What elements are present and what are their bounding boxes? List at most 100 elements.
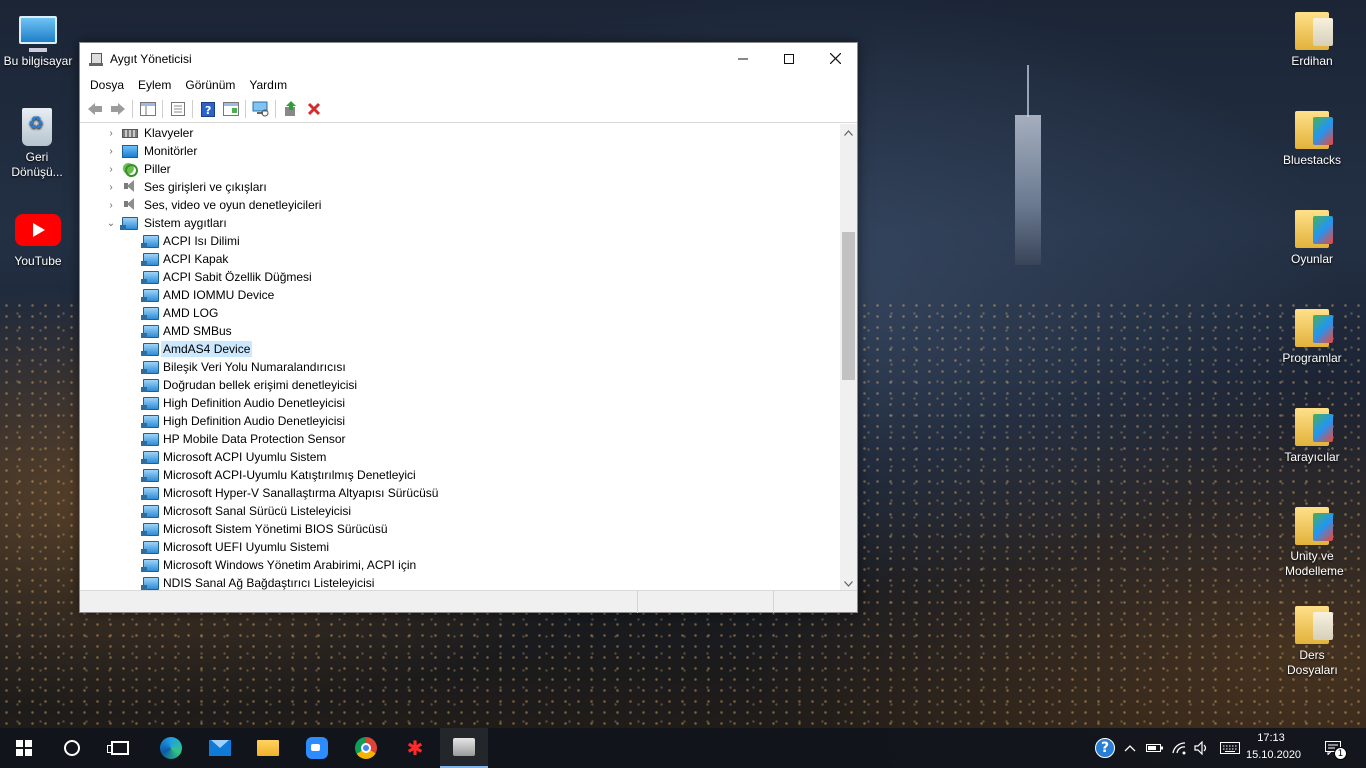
tree-category-monitorler[interactable]: › Monitörler [80, 142, 840, 160]
close-icon [829, 53, 841, 64]
system-device-icon [141, 505, 159, 518]
tree-category-ses-video[interactable]: › Ses, video ve oyun denetleyicileri [80, 196, 840, 214]
taskbar-clock[interactable]: 17:13 15.10.2020 [1246, 730, 1301, 766]
taskbar-zoom[interactable] [293, 728, 341, 768]
tree-device-label: AMD LOG [163, 306, 219, 320]
desktop-icon-oyunlar[interactable]: Oyunlar [1274, 210, 1350, 267]
scroll-up-button[interactable] [840, 124, 857, 141]
desktop-icon-tarayicilar[interactable]: Tarayıcılar [1274, 408, 1350, 465]
tree-device-item[interactable]: Microsoft ACPI-Uyumlu Katıştırılmış Dene… [80, 466, 840, 484]
menu-bar: Dosya Eylem Görünüm Yardım [80, 74, 857, 96]
system-device-icon [141, 415, 159, 428]
tree-device-item[interactable]: Microsoft Sanal Sürücü Listeleyicisi [80, 502, 840, 520]
tree-device-item[interactable]: AMD SMBus [80, 322, 840, 340]
tray-show-hidden[interactable] [1120, 728, 1140, 768]
desktop-icon-this-pc[interactable]: Bu bilgisayar [0, 10, 76, 69]
tree-device-item[interactable]: Microsoft ACPI Uyumlu Sistem [80, 448, 840, 466]
maximize-button[interactable] [766, 43, 812, 74]
tree-device-item[interactable]: Bileşik Veri Yolu Numaralandırıcısı [80, 358, 840, 376]
system-device-icon [141, 379, 159, 392]
chevron-right-icon[interactable]: › [106, 160, 116, 178]
toolbar-separator [192, 100, 193, 118]
chevron-right-icon[interactable]: › [106, 178, 116, 196]
vertical-scrollbar[interactable] [840, 124, 857, 592]
update-driver-button[interactable] [279, 98, 302, 120]
chevron-right-icon[interactable]: › [106, 142, 116, 160]
tree-device-item[interactable]: AmdAS4 Device [80, 340, 840, 358]
details-button[interactable] [219, 98, 242, 120]
properties-button[interactable] [166, 98, 189, 120]
tree-category-klavyeler[interactable]: › Klavyeler [80, 124, 840, 142]
keyboard-icon [122, 129, 138, 138]
monitor-icon [122, 145, 138, 158]
tree-device-item[interactable]: ACPI Isı Dilimi [80, 232, 840, 250]
tree-device-item[interactable]: Microsoft Windows Yönetim Arabirimi, ACP… [80, 556, 840, 574]
start-button[interactable] [0, 728, 48, 768]
system-device-icon [141, 235, 159, 248]
show-hide-console-tree-button[interactable] [136, 98, 159, 120]
forward-button[interactable] [106, 98, 129, 120]
system-devices-icon [120, 217, 138, 230]
start-icon [16, 740, 32, 756]
tree-category-ses-girisleri[interactable]: › Ses girişleri ve çıkışları [80, 178, 840, 196]
search-button[interactable] [48, 728, 96, 768]
tree-device-item[interactable]: Microsoft Hyper-V Sanallaştırma Altyapıs… [80, 484, 840, 502]
taskbar-mail[interactable] [196, 728, 244, 768]
back-button[interactable] [83, 98, 106, 120]
tree-device-item[interactable]: High Definition Audio Denetleyicisi [80, 412, 840, 430]
tree-device-item[interactable]: ACPI Kapak [80, 250, 840, 268]
desktop-icon-programlar[interactable]: Programlar [1274, 309, 1350, 366]
tray-input-keyboard[interactable] [1216, 728, 1244, 768]
menu-eylem[interactable]: Eylem [131, 78, 178, 92]
desktop-icon-unity[interactable]: Unity ve Modelleme [1274, 507, 1350, 579]
taskbar-red-app[interactable]: ✱ [391, 728, 439, 768]
menu-dosya[interactable]: Dosya [83, 78, 131, 92]
close-button[interactable] [812, 43, 858, 74]
title-bar[interactable]: Aygıt Yöneticisi [80, 43, 857, 74]
tree-device-item[interactable]: Microsoft Sistem Yönetimi BIOS Sürücüsü [80, 520, 840, 538]
uninstall-device-button[interactable] [302, 98, 325, 120]
device-manager-icon [89, 52, 103, 66]
tree-device-item[interactable]: AMD IOMMU Device [80, 286, 840, 304]
system-device-icon [141, 541, 159, 554]
taskbar-edge[interactable] [147, 728, 195, 768]
desktop-icon-bluestacks[interactable]: Bluestacks [1274, 111, 1350, 168]
system-device-icon [141, 343, 159, 356]
tree-device-item[interactable]: AMD LOG [80, 304, 840, 322]
tray-battery[interactable] [1144, 728, 1166, 768]
tree-category-piller[interactable]: › Piller [80, 160, 840, 178]
tree-device-label: NDIS Sanal Ağ Bağdaştırıcı Listeleyicisi [163, 576, 375, 590]
minimize-button[interactable] [720, 43, 766, 74]
tree-category-sistem-aygitlari[interactable]: ⌄ Sistem aygıtları [80, 214, 840, 232]
device-manager-window: Aygıt Yöneticisi Dosya Eylem Görünüm Yar… [79, 42, 858, 613]
chevron-right-icon[interactable]: › [106, 124, 116, 142]
properties-icon [139, 102, 156, 116]
chevron-up-icon [844, 129, 853, 136]
desktop-icon-ders-dosyalari[interactable]: Ders Dosyaları [1274, 606, 1350, 678]
chevron-right-icon[interactable]: › [106, 196, 116, 214]
device-tree[interactable]: › Klavyeler › Monitörler › Piller › Ses … [80, 124, 857, 592]
taskbar-device-manager[interactable] [440, 728, 488, 768]
tray-help[interactable]: ? [1092, 728, 1118, 768]
help-button[interactable]: ? [196, 98, 219, 120]
desktop-icon-youtube[interactable]: YouTube [0, 210, 76, 269]
tree-device-item[interactable]: HP Mobile Data Protection Sensor [80, 430, 840, 448]
taskbar-file-explorer[interactable] [244, 728, 292, 768]
tree-device-item[interactable]: Microsoft UEFI Uyumlu Sistemi [80, 538, 840, 556]
task-view-button[interactable] [96, 728, 144, 768]
menu-yardim[interactable]: Yardım [242, 78, 294, 92]
desktop-icon-recycle-bin[interactable]: Geri Dönüşü... [0, 108, 74, 180]
tree-device-item[interactable]: ACPI Sabit Özellik Düğmesi [80, 268, 840, 286]
scroll-thumb[interactable] [842, 232, 855, 380]
tray-volume[interactable] [1191, 728, 1213, 768]
chevron-down-icon[interactable]: ⌄ [106, 214, 116, 232]
taskbar-chrome[interactable] [342, 728, 390, 768]
device-manager-icon [453, 738, 475, 756]
desktop-icon-erdihan[interactable]: Erdihan [1274, 12, 1350, 69]
tray-network[interactable] [1168, 728, 1190, 768]
tree-device-item[interactable]: High Definition Audio Denetleyicisi [80, 394, 840, 412]
scan-hardware-button[interactable] [249, 98, 272, 120]
wallpaper-tower-spire [1027, 65, 1029, 117]
tree-device-item[interactable]: Doğrudan bellek erişimi denetleyicisi [80, 376, 840, 394]
menu-gorunum[interactable]: Görünüm [178, 78, 242, 92]
